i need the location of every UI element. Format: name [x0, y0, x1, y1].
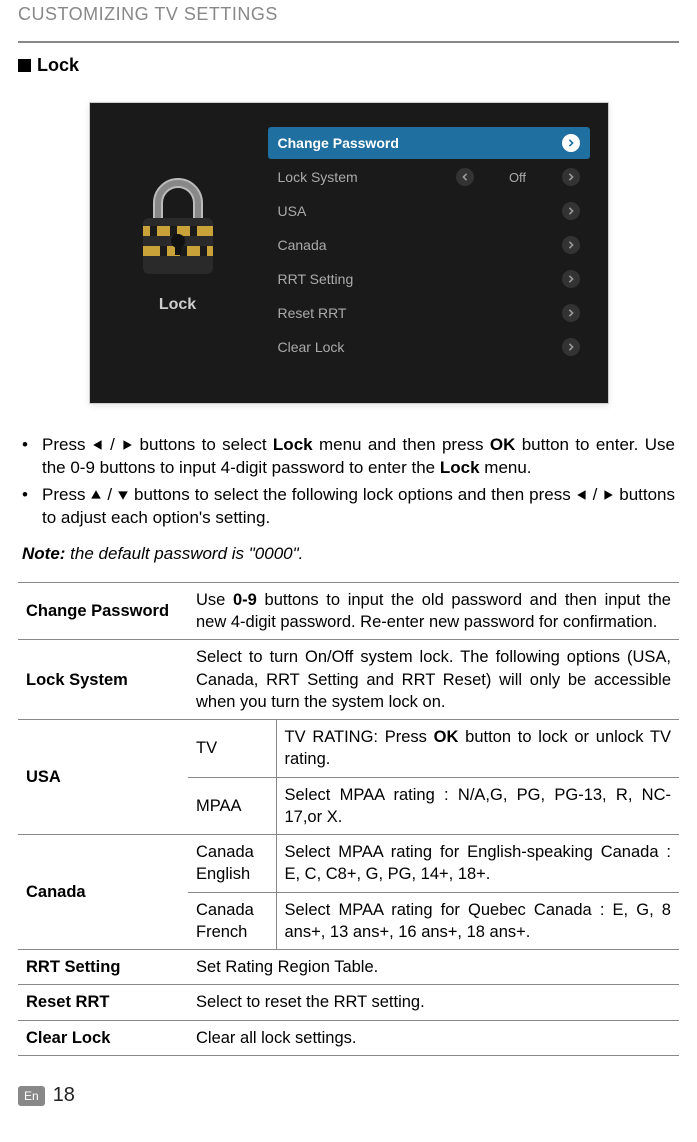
chevron-right-icon[interactable]	[562, 168, 580, 186]
chevron-right-icon	[562, 202, 580, 220]
menu-item-rrt-setting[interactable]: RRT Setting	[268, 263, 590, 295]
chevron-right-icon	[562, 134, 580, 152]
menu-item-label: USA	[278, 203, 562, 219]
bullet-icon: •	[22, 484, 34, 530]
section-bullet-icon	[18, 59, 31, 72]
chevron-right-icon	[562, 236, 580, 254]
note-text: Note: the default password is "0000".	[22, 544, 675, 564]
lock-side-label: Lock	[159, 296, 196, 314]
option-value: Select to reset the RRT setting.	[188, 985, 679, 1020]
option-key: Change Password	[18, 582, 188, 640]
text: Press	[42, 435, 92, 454]
table-row: USA TV TV RATING: Press OK button to loc…	[18, 720, 679, 778]
page-number: 18	[53, 1084, 75, 1107]
chapter-title: CUSTOMIZING TV SETTINGS	[18, 0, 679, 31]
menu-item-label: Change Password	[278, 135, 562, 151]
triangle-left-icon	[576, 489, 588, 501]
text: Press	[42, 485, 90, 504]
chevron-left-icon[interactable]	[456, 168, 474, 186]
option-value: Clear all lock settings.	[188, 1020, 679, 1055]
option-value: Use 0-9 buttons to input the old passwor…	[188, 582, 679, 640]
option-key: USA	[18, 720, 188, 835]
text: menu.	[484, 458, 531, 477]
menu-item-lock-system[interactable]: Lock System Off	[268, 161, 590, 193]
text-bold: OK	[434, 728, 459, 746]
text: menu and then press	[319, 435, 490, 454]
instruction-bullet: • Press / buttons to select Lock menu an…	[22, 434, 675, 480]
menu-item-label: Canada	[278, 237, 562, 253]
table-row: Reset RRT Select to reset the RRT settin…	[18, 985, 679, 1020]
section-title-text: Lock	[37, 55, 79, 76]
option-value: Set Rating Region Table.	[188, 950, 679, 985]
table-row: Clear Lock Clear all lock settings.	[18, 1020, 679, 1055]
menu-item-canada[interactable]: Canada	[268, 229, 590, 261]
note-label: Note:	[22, 544, 65, 563]
chevron-right-icon	[562, 338, 580, 356]
option-value: Select MPAA rating : N/A,G, PG, PG-13, R…	[276, 777, 679, 835]
chevron-right-icon	[562, 270, 580, 288]
triangle-right-icon	[121, 439, 133, 451]
options-table: Change Password Use 0-9 buttons to input…	[18, 582, 679, 1056]
option-key: Lock System	[18, 640, 188, 720]
lock-icon	[128, 173, 228, 288]
menu-screenshot: Lock Change Password Lock System	[89, 102, 609, 404]
text: TV RATING: Press	[285, 728, 434, 746]
triangle-left-icon	[92, 439, 104, 451]
option-value: Select MPAA rating for English-speaking …	[276, 835, 679, 893]
note-body: the default password is "0000".	[65, 544, 303, 563]
option-subkey: MPAA	[188, 777, 276, 835]
option-value: TV RATING: Press OK button to lock or un…	[276, 720, 679, 778]
menu-item-label: Clear Lock	[278, 339, 562, 355]
table-row: Change Password Use 0-9 buttons to input…	[18, 582, 679, 640]
section-title: Lock	[18, 55, 679, 76]
menu-list: Change Password Lock System Off	[268, 123, 590, 363]
text-bold: OK	[490, 435, 516, 454]
triangle-down-icon	[117, 489, 129, 501]
option-subkey: Canada French	[188, 892, 276, 950]
menu-item-label: RRT Setting	[278, 271, 562, 287]
text-bold: 0-9	[233, 591, 257, 609]
table-row: Canada Canada English Select MPAA rating…	[18, 835, 679, 893]
option-key: Reset RRT	[18, 985, 188, 1020]
text: buttons to input the old password and th…	[196, 591, 671, 631]
text: Use	[196, 591, 233, 609]
divider	[18, 41, 679, 43]
instruction-bullet: • Press / buttons to select the followin…	[22, 484, 675, 530]
page-footer: En 18	[18, 1084, 679, 1121]
text: buttons to select	[140, 435, 273, 454]
option-key: Clear Lock	[18, 1020, 188, 1055]
triangle-right-icon	[602, 489, 614, 501]
table-row: Lock System Select to turn On/Off system…	[18, 640, 679, 720]
text-bold: Lock	[273, 435, 313, 454]
chevron-right-icon	[562, 304, 580, 322]
bullet-icon: •	[22, 434, 34, 480]
option-key: Canada	[18, 835, 188, 950]
option-subkey: TV	[188, 720, 276, 778]
table-row: RRT Setting Set Rating Region Table.	[18, 950, 679, 985]
menu-item-value: Off	[488, 170, 548, 185]
menu-item-reset-rrt[interactable]: Reset RRT	[268, 297, 590, 329]
menu-item-label: Lock System	[278, 169, 420, 185]
menu-item-clear-lock[interactable]: Clear Lock	[268, 331, 590, 363]
text: buttons to select the following lock opt…	[134, 485, 576, 504]
option-value: Select MPAA rating for Quebec Canada : E…	[276, 892, 679, 950]
option-key: RRT Setting	[18, 950, 188, 985]
option-subkey: Canada English	[188, 835, 276, 893]
triangle-up-icon	[90, 489, 102, 501]
menu-item-label: Reset RRT	[278, 305, 562, 321]
text-bold: Lock	[440, 458, 480, 477]
menu-item-change-password[interactable]: Change Password	[268, 127, 590, 159]
menu-item-usa[interactable]: USA	[268, 195, 590, 227]
option-value: Select to turn On/Off system lock. The f…	[188, 640, 679, 720]
language-badge: En	[18, 1086, 45, 1106]
